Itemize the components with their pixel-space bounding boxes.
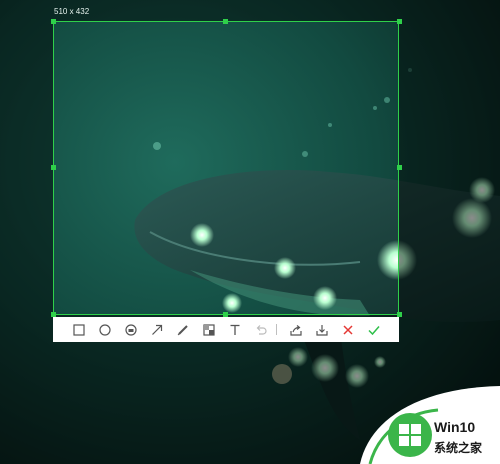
screenshot-toolbar [53, 317, 399, 342]
rectangle-icon [73, 323, 85, 336]
toolbar-divider [276, 324, 277, 335]
dim-overlay-left [0, 21, 53, 464]
undo-icon [256, 324, 267, 335]
download-icon [316, 324, 328, 336]
pen-icon [177, 324, 188, 335]
pen-tool-button[interactable] [170, 317, 196, 342]
selection-size-label: 510 x 432 [54, 7, 90, 16]
resize-handle-left[interactable] [51, 165, 56, 170]
text-tool-button[interactable] [222, 317, 248, 342]
selection-region[interactable] [53, 21, 399, 315]
share-icon [290, 324, 302, 336]
arrow-icon [152, 324, 163, 335]
ellipse-tool-button[interactable] [92, 317, 118, 342]
share-button[interactable] [283, 317, 309, 342]
blur-icon [203, 323, 215, 336]
close-icon [343, 324, 353, 335]
mosaic-tool-button[interactable] [118, 317, 144, 342]
resize-handle-top[interactable] [223, 19, 228, 24]
checkmark-icon [368, 325, 380, 335]
undo-button[interactable] [248, 317, 274, 342]
rectangle-tool-button[interactable] [66, 317, 92, 342]
watermark-title: Win10 [434, 419, 476, 435]
arrow-tool-button[interactable] [144, 317, 170, 342]
windows-logo-icon [388, 413, 432, 457]
resize-handle-top-left[interactable] [51, 19, 56, 24]
confirm-button[interactable] [361, 317, 387, 342]
text-icon [230, 324, 240, 335]
resize-handle-top-right[interactable] [397, 19, 402, 24]
resize-handle-right[interactable] [397, 165, 402, 170]
watermark-subtitle: 系统之家 [434, 441, 483, 455]
blur-tool-button[interactable] [196, 317, 222, 342]
ellipse-icon [99, 323, 111, 336]
download-button[interactable] [309, 317, 335, 342]
cancel-button[interactable] [335, 317, 361, 342]
mosaic-icon [125, 323, 137, 336]
